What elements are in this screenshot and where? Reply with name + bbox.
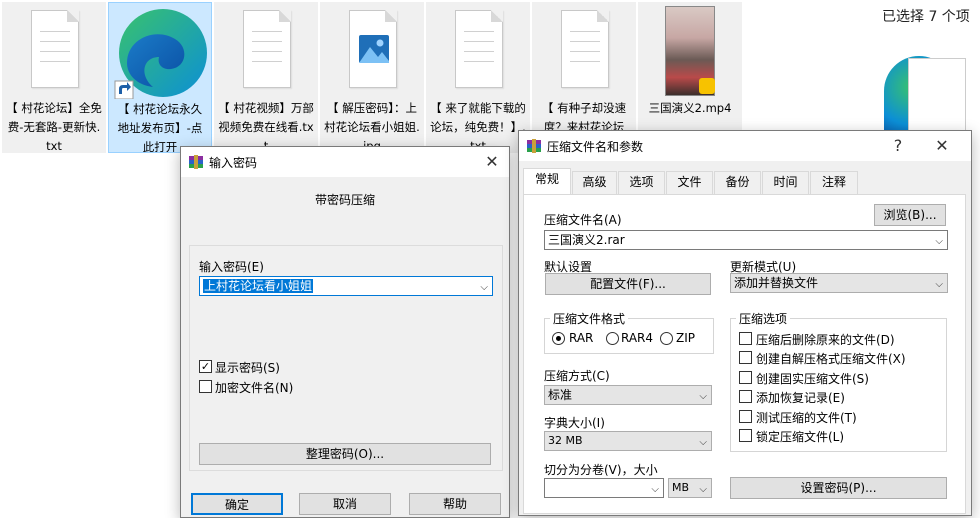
split-size-input[interactable]: ⌵	[544, 478, 664, 498]
chevron-down-icon[interactable]: ⌵	[699, 434, 707, 450]
player-badge-icon	[699, 78, 715, 94]
file-name: 【 村花视频】万部视频免费在线看.txt	[218, 101, 314, 151]
show-password-label: 显示密码(S)	[215, 361, 280, 375]
file-name: 【 村花论坛永久地址发布页】-点此打开	[117, 102, 203, 152]
set-password-button[interactable]: 设置密码(P)...	[730, 477, 947, 499]
preview-doc-thumbnail	[908, 58, 966, 134]
close-icon[interactable]: ✕	[927, 134, 957, 158]
option-label: 添加恢复记录(E)	[756, 391, 845, 405]
update-mode-select[interactable]: 添加并替换文件 ⌵	[730, 273, 948, 293]
show-password-checkbox[interactable]: ✓	[199, 360, 212, 373]
split-unit-value: MB	[672, 481, 690, 494]
tab-general[interactable]: 常规	[523, 168, 571, 195]
close-icon[interactable]: ✕	[477, 150, 507, 174]
tab-files[interactable]: 文件	[666, 171, 713, 194]
chevron-down-icon[interactable]: ⌵	[935, 276, 943, 292]
chevron-down-icon[interactable]: ⌵	[699, 481, 707, 497]
password-dialog: 输入密码 ✕ 带密码压缩 输入密码(E) 上村花论坛看小姐姐 ⌵ ✓ 显示密码(…	[180, 146, 510, 518]
file-item[interactable]: 【 解压密码】：上村花论坛看小姐姐.jpg	[320, 2, 424, 153]
format-zip-radio[interactable]	[660, 332, 673, 345]
format-rar-label: RAR	[569, 331, 594, 345]
chevron-down-icon[interactable]: ⌵	[480, 279, 488, 295]
winrar-icon	[527, 139, 541, 153]
selection-count: 已选择 7 个项	[882, 9, 970, 25]
format-rar4-label: RAR4	[621, 331, 654, 345]
method-value: 标准	[548, 388, 573, 402]
password-dialog-titlebar: 输入密码 ✕	[181, 147, 509, 177]
sfx-checkbox[interactable]	[739, 351, 752, 364]
text-file-icon	[243, 10, 291, 88]
password-value: 上村花论坛看小姐姐	[203, 279, 314, 293]
file-name: 【 村花论坛】全免费-无套路-更新快.txt	[6, 101, 102, 151]
tab-options[interactable]: 选项	[618, 171, 665, 194]
profiles-button[interactable]: 配置文件(F)...	[545, 273, 711, 295]
image-file-icon	[349, 10, 397, 88]
archive-name-label: 压缩文件名(A)	[544, 213, 622, 227]
ok-button[interactable]: 确定	[191, 493, 283, 515]
organize-passwords-button[interactable]: 整理密码(O)...	[199, 443, 491, 465]
split-label: 切分为分卷(V)，大小	[544, 463, 658, 477]
chevron-down-icon[interactable]: ⌵	[699, 388, 707, 404]
password-dialog-title: 输入密码	[209, 156, 258, 170]
text-file-icon	[31, 10, 79, 88]
file-name: 【 解压密码】：上村花论坛看小姐姐.jpg	[324, 101, 420, 151]
update-mode-value: 添加并替换文件	[734, 276, 819, 290]
file-item[interactable]: 【 村花视频】万部视频免费在线看.txt	[214, 2, 318, 153]
cancel-button[interactable]: 取消	[299, 493, 391, 515]
archive-name-input[interactable]: 三国演义2.rar ⌵	[544, 230, 948, 250]
split-unit-select[interactable]: MB ⌵	[668, 478, 712, 498]
text-file-icon	[455, 10, 503, 88]
dict-select[interactable]: 32 MB ⌵	[544, 431, 712, 451]
file-name: 【 来了就能下载的论坛，纯免费！】.txt	[430, 101, 526, 151]
test-files-checkbox[interactable]	[739, 410, 752, 423]
file-item[interactable]: 【 村花论坛】全免费-无套路-更新快.txt	[2, 2, 106, 153]
password-dialog-heading: 带密码压缩	[314, 193, 375, 207]
winrar-icon	[189, 155, 203, 169]
method-select[interactable]: 标准 ⌵	[544, 385, 712, 405]
recovery-record-checkbox[interactable]	[739, 390, 752, 403]
tab-time[interactable]: 时间	[762, 171, 809, 194]
file-item[interactable]: 【 村花论坛永久地址发布页】-点此打开	[108, 2, 212, 153]
method-label: 压缩方式(C)	[544, 369, 610, 383]
solid-checkbox[interactable]	[739, 371, 752, 384]
help-button[interactable]: 帮助	[409, 493, 501, 515]
option-label: 锁定压缩文件(L)	[756, 430, 845, 444]
chevron-down-icon[interactable]: ⌵	[935, 233, 943, 249]
tab-backup[interactable]: 备份	[714, 171, 761, 194]
file-item[interactable]: 【 来了就能下载的论坛，纯免费！】.txt	[426, 2, 530, 153]
option-label: 创建自解压格式压缩文件(X)	[756, 352, 906, 366]
chevron-down-icon[interactable]: ⌵	[651, 481, 659, 497]
options-group-title: 压缩选项	[736, 310, 791, 327]
edge-shortcut-icon	[114, 9, 207, 99]
archive-name-value: 三国演义2.rar	[548, 233, 625, 247]
format-rar4-radio[interactable]	[606, 332, 619, 345]
tab-advanced[interactable]: 高级	[572, 171, 617, 194]
tab-comment[interactable]: 注释	[810, 171, 858, 194]
browse-button[interactable]: 浏览(B)...	[874, 204, 946, 226]
text-file-icon	[561, 10, 609, 88]
format-group-title: 压缩文件格式	[550, 310, 629, 327]
format-rar-radio[interactable]	[552, 332, 565, 345]
password-label: 输入密码(E)	[199, 260, 264, 274]
delete-after-checkbox[interactable]	[739, 332, 752, 345]
option-label: 测试压缩的文件(T)	[756, 411, 857, 425]
encrypt-names-checkbox[interactable]	[199, 380, 212, 393]
dict-label: 字典大小(I)	[544, 416, 605, 430]
option-label: 创建固实压缩文件(S)	[756, 372, 869, 386]
archive-dialog-titlebar: 压缩文件名和参数 ? ✕	[519, 131, 971, 161]
dict-value: 32 MB	[548, 434, 583, 447]
option-label: 压缩后删除原来的文件(D)	[756, 333, 895, 347]
encrypt-names-label: 加密文件名(N)	[215, 381, 294, 395]
help-icon[interactable]: ?	[883, 134, 913, 158]
lock-archive-checkbox[interactable]	[739, 429, 752, 442]
format-zip-label: ZIP	[676, 331, 695, 345]
archive-dialog-title: 压缩文件名和参数	[547, 140, 644, 154]
password-input[interactable]: 上村花论坛看小姐姐 ⌵	[199, 276, 493, 296]
